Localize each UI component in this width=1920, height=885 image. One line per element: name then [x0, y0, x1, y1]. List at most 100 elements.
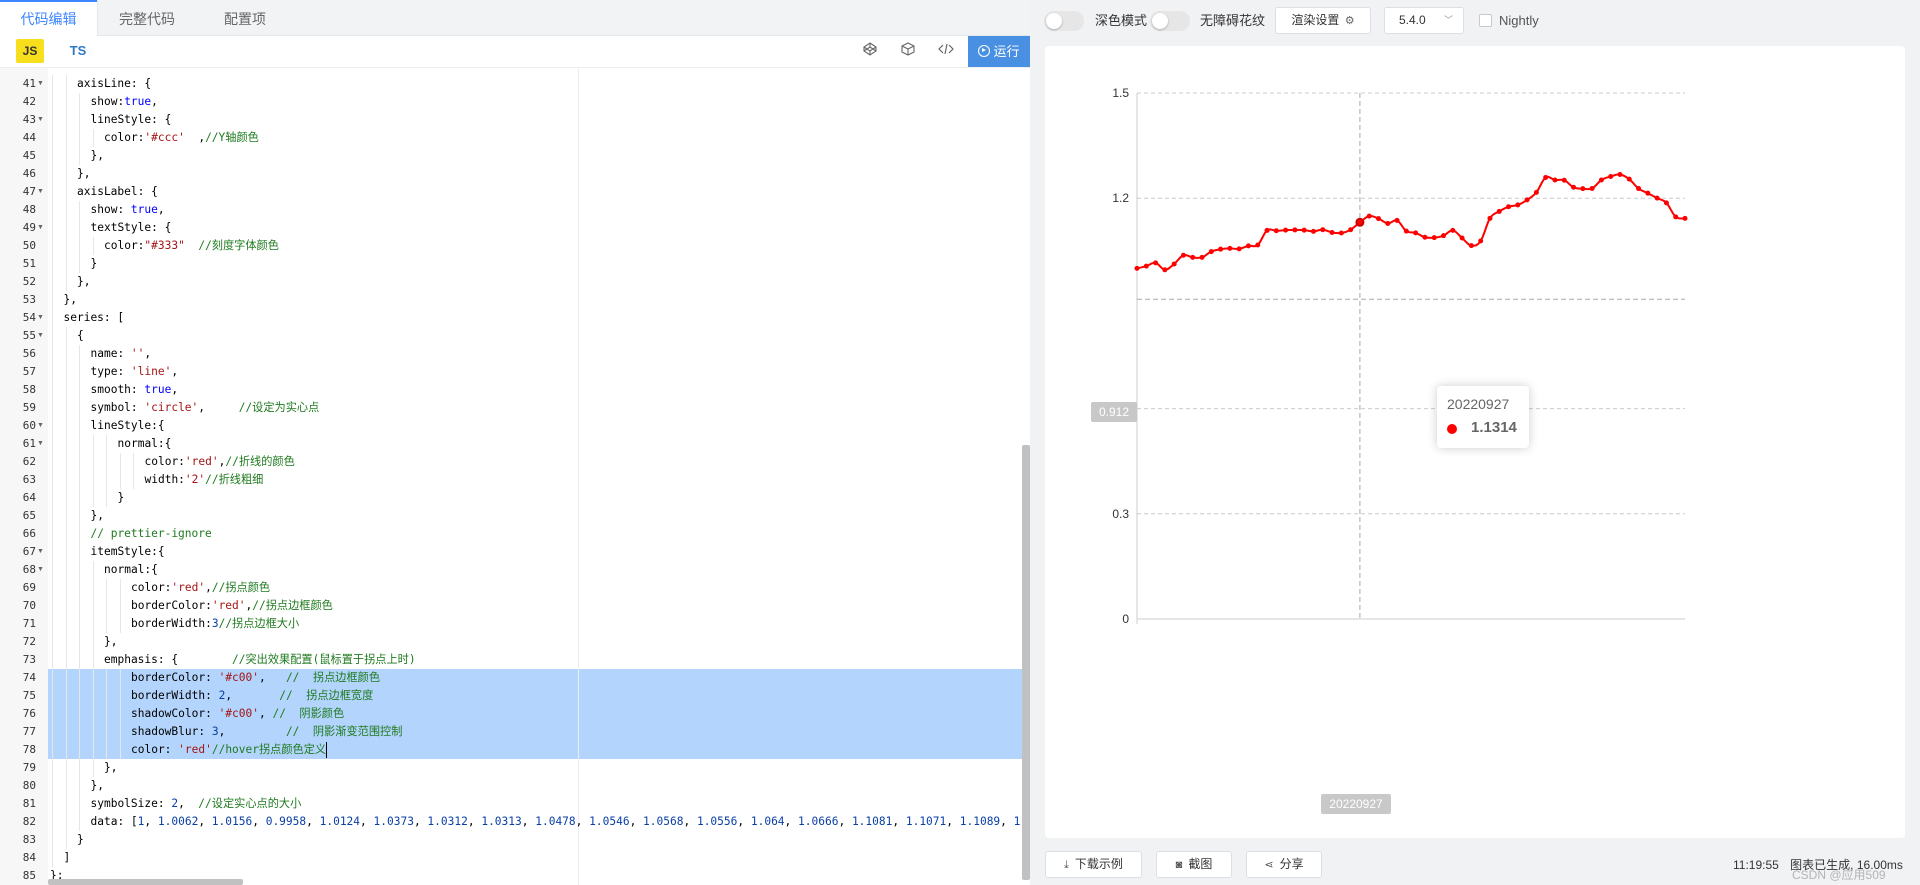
share-button[interactable]: ⋖ 分享 — [1246, 851, 1322, 878]
code-token: borderWidth: — [131, 617, 212, 630]
data-point — [1199, 254, 1205, 260]
data-point — [1422, 234, 1428, 240]
vertical-scrollbar[interactable] — [1022, 445, 1030, 880]
indent-guide — [79, 471, 80, 489]
fold-toggle-icon[interactable]: ▼ — [37, 75, 45, 93]
line-number-gutter: 41 ▼ 42 43 ▼ 44 45 46 47 ▼ 48 49 ▼ 50 51 52 53 54 ▼ 55 ▼ 56 57… — [0, 68, 48, 885]
code-token: true — [144, 383, 172, 396]
code-token: }, — [104, 635, 118, 648]
code-token: normal:{ — [104, 563, 158, 576]
data-point — [1355, 217, 1365, 227]
indent-guide — [52, 543, 53, 561]
line-number: 48 — [22, 203, 36, 216]
indent-guide — [65, 741, 67, 759]
line-number: 62 — [22, 455, 36, 468]
fold-toggle-icon[interactable]: ▼ — [37, 435, 45, 453]
lang-ts-button[interactable]: TS — [64, 39, 92, 63]
indent-guide — [79, 489, 80, 507]
line-number: 77 — [22, 725, 36, 738]
code-token: 1.0546 — [589, 815, 630, 828]
play-circle-icon — [978, 45, 991, 57]
nightly-checkbox[interactable] — [1479, 14, 1492, 27]
indent-guide — [79, 813, 80, 831]
version-select[interactable]: 5.4.0 ﹀ — [1384, 7, 1464, 34]
fold-toggle-icon[interactable]: ▼ — [37, 111, 45, 129]
code-token: // prettier-ignore — [90, 527, 212, 540]
line-number: 79 — [22, 761, 36, 774]
tab-options[interactable]: 配置项 — [196, 0, 294, 36]
codepen-icon[interactable] — [860, 42, 880, 62]
y-tick-label: 1.5 — [1112, 86, 1129, 100]
fold-toggle-icon[interactable]: ▼ — [37, 417, 45, 435]
indent-guide — [79, 651, 80, 669]
indent-guide — [92, 669, 94, 687]
code-line: borderWidth: 2, // 拐点边框宽度 — [131, 687, 373, 705]
code-line: data: [1, 1.0062, 1.0156, 0.9958, 1.0124… — [91, 813, 1031, 831]
fold-toggle-icon[interactable]: ▼ — [37, 183, 45, 201]
code-token: type: — [90, 365, 131, 378]
indent-guide — [65, 723, 67, 741]
lang-js-button[interactable]: JS — [16, 39, 44, 63]
code-line: } — [118, 489, 125, 507]
data-point — [1552, 177, 1558, 183]
code-token: }, — [63, 293, 77, 306]
render-settings-button[interactable]: 渲染设置 ⚙ — [1275, 7, 1371, 34]
code-line: shadowColor: '#c00', // 阴影颜色 — [131, 705, 344, 723]
fold-toggle-icon[interactable]: ▼ — [37, 561, 45, 579]
code-line: series: [ — [64, 309, 125, 327]
code-token: , — [171, 365, 179, 378]
code-line: itemStyle:{ — [91, 543, 165, 561]
chart-container[interactable]: 00.30.61.21.5 20220927 0.912 20220927 1.… — [1045, 46, 1905, 838]
data-point — [1459, 235, 1465, 241]
code-line: lineStyle: { — [91, 111, 172, 129]
screenshot-button[interactable]: ◙ 截图 — [1156, 851, 1232, 878]
render-settings-label: 渲染设置 — [1291, 13, 1340, 27]
dark-mode-toggle[interactable] — [1044, 11, 1084, 31]
indent-guide — [65, 237, 67, 255]
language-toolbar: JS TS 运行 — [0, 36, 1030, 68]
data-point — [1617, 171, 1623, 177]
indent-guide — [65, 129, 67, 147]
fold-toggle-icon[interactable]: ▼ — [37, 327, 45, 345]
download-example-button[interactable]: ⤓ 下载示例 — [1045, 851, 1142, 878]
code-token: , — [178, 797, 199, 810]
code-token: , — [413, 815, 428, 828]
indent-guide — [52, 759, 53, 777]
code-icon[interactable] — [936, 42, 956, 62]
code-token: 'red' — [171, 581, 206, 594]
data-point — [1636, 186, 1642, 192]
fold-toggle-icon[interactable]: ▼ — [37, 219, 45, 237]
code-line: textStyle: { — [91, 219, 172, 237]
indent-guide — [65, 219, 67, 237]
indent-guide — [92, 723, 94, 741]
horizontal-scrollbar[interactable] — [48, 879, 243, 885]
code-token: , — [171, 383, 179, 396]
code-line: borderColor:'red',//拐点边框颜色 — [131, 597, 333, 615]
data-point — [1385, 220, 1391, 226]
accessible-pattern-toggle[interactable] — [1150, 11, 1190, 31]
codesandbox-icon[interactable] — [898, 42, 918, 62]
indent-guide — [106, 669, 107, 687]
code-editor[interactable]: 41 ▼ 42 43 ▼ 44 45 46 47 ▼ 48 49 ▼ 50 51 52 53 54 ▼ 55 ▼ 56 57… — [0, 68, 1030, 885]
run-button[interactable]: 运行 — [968, 36, 1030, 67]
indent-guide — [65, 705, 67, 723]
indent-guide — [106, 435, 107, 453]
fold-toggle-icon[interactable]: ▼ — [37, 543, 45, 561]
line-number: 64 — [22, 491, 36, 504]
tab-code-edit[interactable]: 代码编辑 — [0, 0, 98, 36]
fold-toggle-icon[interactable]: ▼ — [37, 309, 45, 327]
indent-guide — [52, 705, 53, 723]
code-line: } — [77, 831, 84, 849]
indent-guide — [133, 471, 134, 489]
data-point — [1348, 227, 1354, 233]
indent-guide — [79, 543, 80, 561]
data-point — [1283, 227, 1289, 233]
code-token: textStyle: { — [90, 221, 172, 234]
tab-full-code[interactable]: 完整代码 — [98, 0, 196, 36]
line-number: 47 — [22, 185, 36, 198]
indent-guide — [52, 147, 53, 165]
code-token: color: — [104, 131, 145, 144]
indent-guide — [65, 417, 67, 435]
watermark-text: CSDN @应用509 — [1792, 868, 1886, 882]
tooltip-series-marker — [1447, 424, 1457, 434]
